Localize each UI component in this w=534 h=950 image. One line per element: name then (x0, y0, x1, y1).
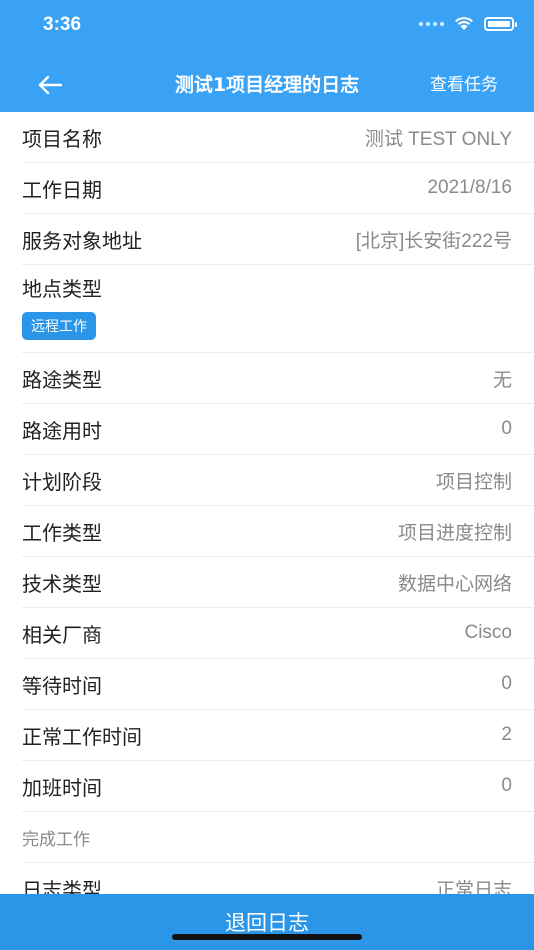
field-row-plan-stage: 计划阶段 项目控制 (22, 455, 534, 506)
arrow-left-icon (38, 75, 63, 95)
field-label: 项目名称 (22, 126, 102, 151)
section-label: 完成工作 (22, 829, 90, 850)
field-label: 计划阶段 (22, 469, 102, 494)
field-value: 0 (501, 673, 512, 694)
field-label: 服务对象地址 (22, 228, 142, 253)
field-label: 路途用时 (22, 418, 102, 443)
field-label: 工作日期 (22, 177, 102, 202)
field-label: 地点类型 (22, 277, 102, 301)
field-value: 正常日志 (435, 879, 512, 895)
field-label: 工作类型 (22, 520, 102, 545)
page-title: 测试1项目经理的日志 (174, 74, 360, 96)
field-row-log-type: 日志类型 正常日志 (22, 863, 534, 895)
field-value: 项目进度控制 (397, 522, 512, 544)
field-label: 技术类型 (22, 571, 102, 596)
battery-icon (484, 16, 517, 31)
field-row-wait-time: 等待时间 0 (22, 659, 534, 710)
field-value: 2 (501, 724, 512, 745)
field-value: 2021/8/16 (427, 177, 512, 198)
field-row-location-type: 地点类型 远程工作 (22, 265, 534, 353)
home-indicator (172, 934, 362, 940)
field-value: Cisco (464, 622, 512, 643)
field-row-work-date: 工作日期 2021/8/16 (22, 163, 534, 214)
field-value: 数据中心网络 (397, 573, 512, 595)
field-value: 无 (492, 369, 512, 391)
return-log-button[interactable]: 退回日志 (0, 894, 534, 950)
field-value: 测试 TEST ONLY (364, 128, 512, 150)
field-value: [北京]长安街222号 (355, 230, 512, 252)
return-log-label: 退回日志 (225, 911, 309, 935)
field-value: 项目控制 (435, 471, 512, 493)
field-row-overtime: 加班时间 0 (22, 761, 534, 812)
cellular-signal-icon (419, 21, 444, 26)
field-label: 路途类型 (22, 367, 102, 392)
field-label: 相关厂商 (22, 622, 102, 647)
field-label: 等待时间 (22, 673, 102, 698)
field-row-normal-hours: 正常工作时间 2 (22, 710, 534, 761)
field-row-vendor: 相关厂商 Cisco (22, 608, 534, 659)
field-row-travel-time: 路途用时 0 (22, 404, 534, 455)
location-type-tag: 远程工作 (22, 312, 96, 340)
field-value: 0 (501, 418, 512, 439)
field-label: 加班时间 (22, 775, 102, 800)
field-row-travel-type: 路途类型 无 (22, 353, 534, 404)
field-label: 正常工作时间 (22, 724, 142, 749)
back-button[interactable] (30, 70, 70, 100)
status-icons (419, 16, 517, 31)
field-label: 日志类型 (22, 877, 102, 895)
nav-header: 3:36 测试1项目经理的日志 查看任务 (0, 0, 534, 112)
section-completed-work: 完成工作 (22, 812, 534, 863)
field-value: 0 (501, 775, 512, 796)
field-row-service-address: 服务对象地址 [北京]长安街222号 (22, 214, 534, 265)
field-row-project-name: 项目名称 测试 TEST ONLY (22, 112, 534, 163)
view-tasks-button[interactable]: 查看任务 (430, 70, 498, 100)
field-row-work-type: 工作类型 项目进度控制 (22, 506, 534, 557)
wifi-icon (455, 17, 473, 30)
status-time: 3:36 (43, 14, 82, 35)
log-detail-list[interactable]: 项目名称 测试 TEST ONLY 工作日期 2021/8/16 服务对象地址 … (0, 112, 534, 894)
field-row-tech-type: 技术类型 数据中心网络 (22, 557, 534, 608)
